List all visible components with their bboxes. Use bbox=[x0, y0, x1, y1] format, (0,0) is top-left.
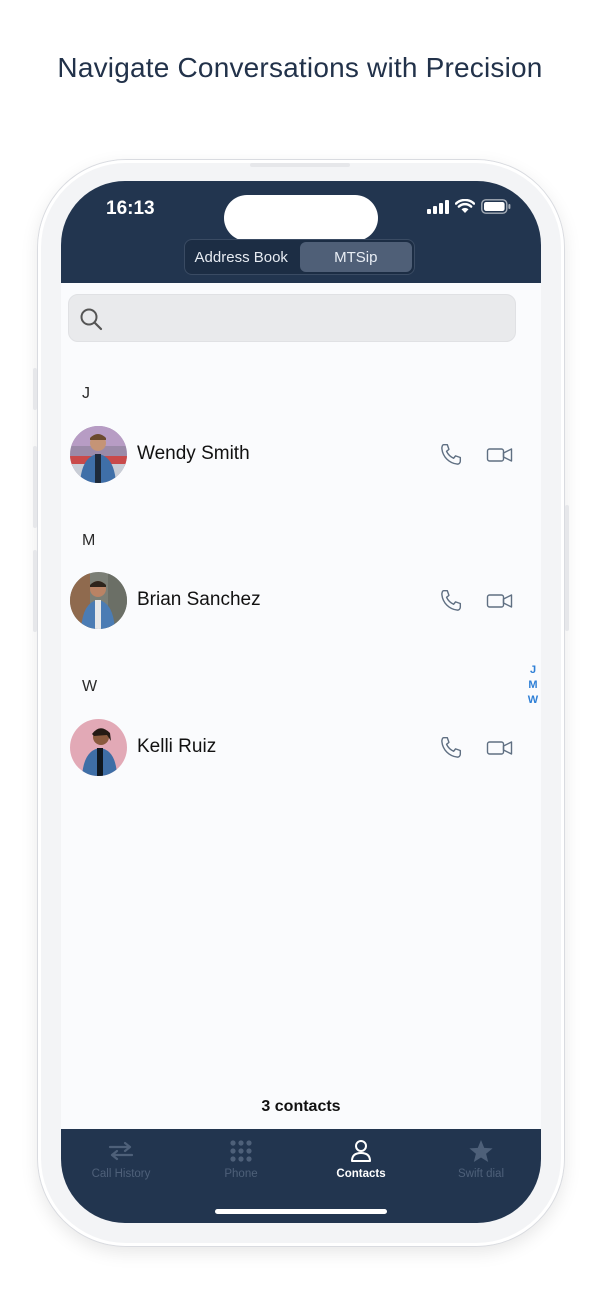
contact-row[interactable]: Wendy Smith bbox=[70, 426, 520, 484]
search-icon bbox=[79, 307, 103, 336]
video-camera-icon[interactable] bbox=[486, 736, 514, 760]
index-letter-w[interactable]: W bbox=[528, 693, 538, 708]
contact-count: 3 contacts bbox=[261, 1098, 341, 1115]
section-header-j: J bbox=[82, 385, 90, 402]
phone-icon[interactable] bbox=[438, 735, 464, 761]
segment-address-book[interactable]: Address Book bbox=[185, 240, 298, 274]
video-camera-icon[interactable] bbox=[486, 589, 514, 613]
phone-icon[interactable] bbox=[438, 588, 464, 614]
video-camera-icon[interactable] bbox=[486, 443, 514, 467]
cellular-signal-icon bbox=[427, 199, 449, 219]
person-icon bbox=[350, 1138, 372, 1164]
tab-label: Phone bbox=[224, 1168, 258, 1180]
contact-name: Brian Sanchez bbox=[137, 589, 261, 610]
phone-icon[interactable] bbox=[438, 442, 464, 468]
phone-side-button-volume-down bbox=[33, 550, 37, 632]
index-letter-j[interactable]: J bbox=[530, 663, 536, 678]
segment-mtsip[interactable]: MTSip bbox=[299, 242, 412, 272]
tab-label: Contacts bbox=[336, 1168, 386, 1180]
tab-bar: Call History Phone Contacts Swift dial bbox=[61, 1129, 541, 1223]
tab-call-history[interactable]: Call History bbox=[61, 1129, 181, 1199]
status-icons bbox=[427, 198, 511, 219]
dynamic-island bbox=[224, 195, 378, 241]
phone-speaker-notch bbox=[250, 163, 350, 167]
tab-swift-dial[interactable]: Swift dial bbox=[421, 1129, 541, 1199]
avatar bbox=[70, 572, 127, 629]
alphabet-index-bar[interactable]: J M W bbox=[527, 663, 539, 708]
home-indicator[interactable] bbox=[215, 1209, 387, 1214]
contact-row[interactable]: Kelli Ruiz bbox=[70, 719, 520, 777]
star-icon bbox=[468, 1138, 494, 1164]
search-bar[interactable] bbox=[68, 294, 516, 342]
phone-screen: 16:13 Address Book MTSip J Wendy Smith M… bbox=[61, 181, 541, 1223]
tab-label: Call History bbox=[91, 1168, 151, 1180]
battery-icon bbox=[481, 199, 511, 219]
swap-arrows-icon bbox=[107, 1138, 135, 1164]
wifi-icon bbox=[454, 198, 476, 219]
contact-row[interactable]: Brian Sanchez bbox=[70, 572, 520, 630]
tab-label: Swift dial bbox=[457, 1168, 505, 1180]
page-headline: Navigate Conversations with Precision bbox=[57, 52, 543, 83]
section-header-m: M bbox=[82, 532, 96, 549]
tab-contacts[interactable]: Contacts bbox=[301, 1129, 421, 1199]
search-input[interactable] bbox=[113, 295, 508, 341]
index-letter-m[interactable]: M bbox=[528, 678, 537, 693]
contact-name: Kelli Ruiz bbox=[137, 736, 217, 757]
keypad-icon bbox=[229, 1138, 253, 1164]
avatar bbox=[70, 719, 127, 776]
tab-phone[interactable]: Phone bbox=[181, 1129, 301, 1199]
avatar bbox=[70, 426, 127, 483]
phone-side-button-volume-up bbox=[33, 446, 37, 528]
contact-name: Wendy Smith bbox=[137, 443, 250, 464]
source-segmented-control: Address Book MTSip bbox=[184, 239, 415, 275]
header-bar: 16:13 Address Book MTSip bbox=[61, 181, 541, 283]
status-time: 16:13 bbox=[106, 198, 155, 219]
section-header-w: W bbox=[82, 678, 98, 695]
phone-side-button-action bbox=[33, 368, 37, 410]
phone-side-button-power bbox=[565, 505, 569, 631]
